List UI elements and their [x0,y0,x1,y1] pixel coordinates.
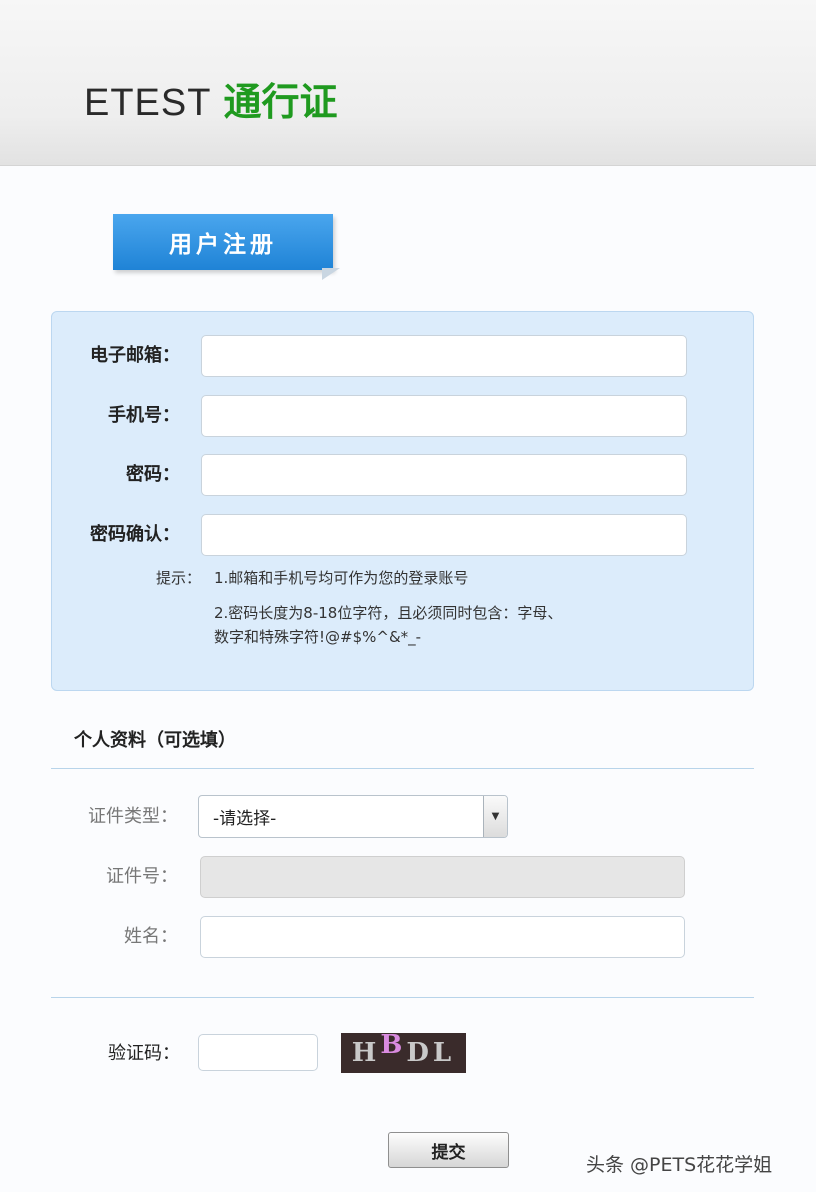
ribbon-fold-decoration [322,268,340,280]
logo-title: 通行证 [223,80,338,124]
id-type-selected-value: -请选择- [213,809,277,829]
site-logo[interactable]: ETEST 通行证 [84,80,337,125]
logo-brand: ETEST [84,82,212,124]
tips-prefix: 提示： [156,569,202,587]
name-label: 姓名： [124,926,178,947]
profile-section-title: 个人资料（可选填） [74,730,236,751]
password-label: 密码： [126,464,180,485]
id-number-label: 证件号： [106,866,178,887]
tip-password-rule-1: 2.密码长度为8-18位字符，且必须同时包含：字母、 [214,604,563,622]
page-header: ETEST 通行证 [0,0,816,166]
captcha-char: D [406,1038,433,1068]
captcha-field[interactable] [198,1034,318,1071]
id-type-select[interactable]: -请选择- ▼ [198,795,508,838]
phone-field[interactable] [201,395,687,437]
tip-login-account: 1.邮箱和手机号均可作为您的登录账号 [214,569,469,587]
captcha-char: B [380,1030,407,1060]
password-field[interactable] [201,454,687,496]
id-type-label: 证件类型： [88,806,178,827]
name-field[interactable] [200,916,685,958]
register-tab: 用户注册 [113,214,333,270]
id-number-field[interactable] [200,856,685,898]
captcha-char: H [351,1038,381,1068]
phone-label: 手机号： [108,405,180,426]
captcha-label: 验证码： [108,1043,180,1064]
section-divider [51,768,754,769]
email-label: 电子邮箱： [90,345,180,366]
submit-button[interactable]: 提交 [388,1132,509,1168]
chevron-down-icon[interactable]: ▼ [483,796,507,837]
email-field[interactable] [201,335,687,377]
watermark: 头条 @PETS花花学姐 [586,1154,773,1176]
captcha-char: L [432,1038,456,1068]
captcha-image[interactable]: HBDL [341,1030,466,1073]
section-divider [51,997,754,998]
password-confirm-field[interactable] [201,514,687,556]
password-confirm-label: 密码确认： [90,524,180,545]
tip-password-rule-2: 数字和特殊字符!@#$%^&*_- [214,628,422,646]
